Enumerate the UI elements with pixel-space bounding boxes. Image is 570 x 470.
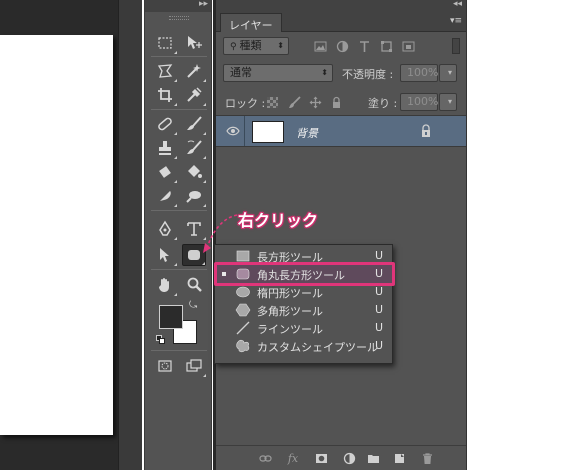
blur-tool-icon[interactable]	[153, 185, 177, 207]
screen-mode-icon[interactable]	[182, 355, 206, 377]
clone-stamp-tool-icon[interactable]	[153, 137, 177, 159]
flyout-item-shortcut: U	[375, 249, 384, 262]
layer-name[interactable]: 背景	[296, 125, 318, 141]
blend-mode-select[interactable]: 通常 ⬍	[223, 64, 333, 82]
panel-menu-icon[interactable]: ▾≡	[450, 16, 462, 26]
panel-edge	[466, 0, 467, 470]
panel-footer: fx	[216, 445, 466, 470]
collapse-icon[interactable]: ◂◂	[453, 0, 462, 9]
chevron-down-icon: ▾	[447, 97, 452, 106]
mask-icon[interactable]	[314, 451, 328, 465]
flyout-item-label: 楕円形ツール	[257, 287, 323, 300]
opacity-input[interactable]: 100%	[400, 64, 438, 82]
flyout-item-shortcut: U	[375, 303, 384, 316]
fill-label: 塗り :	[368, 97, 398, 110]
filter-adjustment-icon[interactable]	[334, 38, 350, 54]
lock-icon	[420, 124, 432, 138]
default-colors-icon[interactable]	[156, 335, 166, 345]
filter-smart-object-icon[interactable]	[400, 38, 416, 54]
filter-kind-select[interactable]: ⚲ 種類 ⬍	[223, 37, 289, 55]
flyout-item-shortcut: U	[375, 339, 384, 352]
layer-row[interactable]: 背景	[216, 115, 466, 147]
adjustment-icon[interactable]	[342, 451, 356, 465]
panel-tabbar: レイヤー ▾≡	[216, 12, 466, 32]
filter-shape-icon[interactable]	[378, 38, 394, 54]
opacity-label: 不透明度 :	[342, 68, 394, 81]
opacity-dropdown[interactable]: ▾	[439, 64, 457, 82]
layer-thumbnail	[252, 121, 284, 143]
marquee-tool-icon[interactable]	[153, 32, 177, 54]
trash-icon[interactable]	[420, 451, 434, 465]
paint-bucket-tool-icon[interactable]	[182, 161, 206, 183]
custom-shape-icon	[236, 339, 250, 353]
zoom-tool-icon[interactable]	[182, 274, 206, 296]
visibility-divider	[244, 116, 245, 146]
lock-all-icon[interactable]	[328, 94, 344, 110]
flyout-item-polygon[interactable]: 多角形ツール U	[215, 301, 392, 319]
healing-brush-tool-icon[interactable]	[153, 113, 177, 135]
toolbar-header: ▸▸	[145, 0, 211, 12]
foreground-color-swatch[interactable]	[159, 305, 183, 329]
fill-input[interactable]: 100%	[400, 93, 438, 111]
collapse-icon[interactable]: ▸▸	[199, 0, 208, 9]
move-tool-icon[interactable]	[182, 32, 206, 54]
blend-mode-label: 通常	[230, 66, 252, 79]
magic-wand-tool-icon[interactable]	[182, 60, 206, 82]
ellipse-icon	[236, 286, 250, 298]
swap-colors-icon[interactable]: ⤿	[189, 300, 197, 311]
line-icon	[236, 321, 250, 335]
flyout-item-label: ラインツール	[257, 323, 323, 336]
history-brush-tool-icon[interactable]	[182, 137, 206, 159]
panel-header: ◂◂	[216, 0, 466, 12]
fx-icon[interactable]: fx	[286, 451, 300, 465]
tab-layers[interactable]: レイヤー	[220, 13, 282, 32]
polygon-icon	[235, 303, 251, 317]
lock-pixels-icon[interactable]	[286, 94, 302, 110]
flyout-item-shortcut: U	[375, 321, 384, 334]
toolbar-grip[interactable]	[145, 12, 211, 22]
stepper-arrows-icon: ⬍	[321, 68, 328, 77]
lasso-tool-icon[interactable]	[153, 60, 177, 82]
flyout-item-label: カスタムシェイプツール	[257, 341, 378, 354]
lock-position-icon[interactable]	[307, 94, 323, 110]
path-selection-tool-icon[interactable]	[153, 244, 177, 266]
pen-tool-icon[interactable]	[153, 218, 177, 240]
link-icon[interactable]	[258, 451, 272, 465]
dodge-tool-icon[interactable]	[182, 185, 206, 207]
lock-transparency-icon[interactable]	[264, 94, 280, 110]
hand-tool-icon[interactable]	[153, 274, 177, 296]
stepper-arrows-icon: ⬍	[277, 41, 284, 50]
highlight-annotation-box	[214, 262, 395, 286]
flyout-item-line[interactable]: ラインツール U	[215, 319, 392, 337]
flyout-item-custom-shape[interactable]: カスタムシェイプツール U	[215, 337, 392, 355]
canvas-scroll-strip	[118, 0, 142, 470]
chevron-down-icon: ▾	[447, 68, 452, 77]
new-layer-icon[interactable]	[392, 451, 406, 465]
quick-mask-icon[interactable]	[153, 355, 177, 377]
layers-panel: ◂◂ レイヤー ▾≡ ⚲ 種類 ⬍ 通常 ⬍ 不透明度 : 100% ▾ ロック :…	[216, 0, 466, 470]
lock-label: ロック :	[225, 97, 266, 110]
filter-pixel-icon[interactable]	[312, 38, 328, 54]
fill-dropdown[interactable]: ▾	[439, 93, 457, 111]
right-click-annotation: 右クリック	[238, 211, 319, 230]
flyout-item-shortcut: U	[375, 285, 384, 298]
document-canvas[interactable]	[0, 35, 113, 435]
crop-tool-icon[interactable]	[153, 84, 177, 106]
eyedropper-tool-icon[interactable]	[182, 84, 206, 106]
flyout-item-label: 多角形ツール	[257, 305, 323, 318]
filter-type-icon[interactable]	[356, 38, 372, 54]
eraser-tool-icon[interactable]	[153, 161, 177, 183]
filter-kind-label: 種類	[239, 39, 262, 52]
brush-tool-icon[interactable]	[182, 113, 206, 135]
filter-toggle[interactable]	[452, 38, 460, 54]
group-folder-icon[interactable]	[366, 451, 380, 465]
eye-icon[interactable]	[226, 125, 240, 137]
